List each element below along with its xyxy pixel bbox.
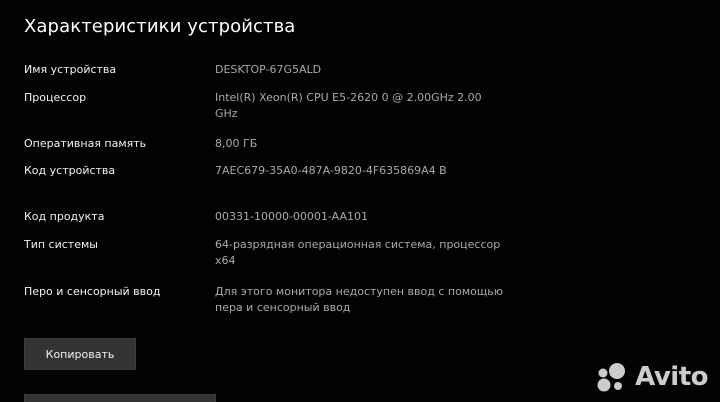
spec-label: Перо и сенсорный ввод [24, 285, 161, 298]
spec-value: 64-разрядная операционная система, проце… [215, 238, 501, 267]
secondary-button[interactable] [24, 394, 216, 402]
spec-label: Код продукта [24, 210, 105, 223]
avito-watermark: Avito [595, 362, 708, 392]
copy-button[interactable]: Копировать [24, 338, 136, 370]
spec-label: Имя устройства [24, 63, 117, 76]
spec-value: 7AEC679-35A0-487A-9820-4F635869A4 B [215, 164, 447, 177]
spec-value: Для этого монитора недоступен ввод с пом… [215, 285, 503, 314]
section-title: Характеристики устройства [24, 16, 296, 37]
watermark-text: Avito [635, 362, 708, 392]
spec-label: Оперативная память [24, 137, 147, 150]
device-specifications-page: Характеристики устройства Имя устройства… [0, 0, 720, 402]
spec-value: 8,00 ГБ [215, 137, 258, 150]
spec-value: DESKTOP-67G5ALD [215, 63, 322, 76]
avito-dots-icon [597, 363, 626, 392]
spec-label: Процессор [24, 91, 87, 104]
spec-value: Intel(R) Xeon(R) CPU E5-2620 0 @ 2.00GHz… [215, 91, 482, 120]
spec-label: Код устройства [24, 164, 116, 177]
spec-label: Тип системы [24, 238, 98, 251]
spec-value: 00331-10000-00001-AA101 [215, 210, 368, 223]
